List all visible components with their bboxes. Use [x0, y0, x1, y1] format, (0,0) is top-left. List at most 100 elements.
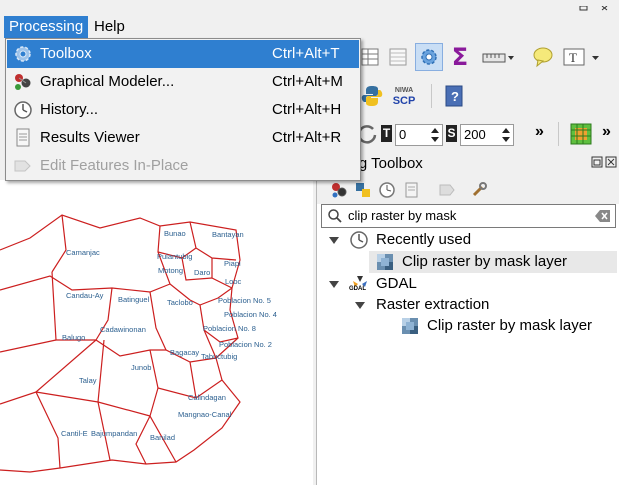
- processing-toolbox-panel: Processing Toolbox: [293, 152, 619, 485]
- float-panel-icon[interactable]: [591, 156, 603, 168]
- python-scripts-icon[interactable]: [353, 180, 373, 200]
- menu-item-results-viewer[interactable]: Results Viewer Ctrl+Alt+R: [7, 124, 359, 152]
- map-label: Cadawinonan: [100, 325, 146, 334]
- edit-in-place-icon: [14, 160, 31, 172]
- options-wrench-icon[interactable]: [469, 180, 489, 200]
- toolbar-overflow-button[interactable]: »: [535, 123, 544, 141]
- toolbar-analysis: Σ T: [356, 40, 619, 76]
- svg-text:T: T: [569, 50, 577, 65]
- map-label: Camanjac: [66, 248, 100, 257]
- map-label: Banilad: [150, 433, 175, 442]
- search-icon: [328, 209, 342, 223]
- menu-item-toolbox[interactable]: Toolbox Ctrl+Alt+T: [7, 40, 359, 68]
- clock-icon: [350, 231, 368, 249]
- map-label: Talay: [79, 376, 97, 385]
- menu-item-graphical-modeler[interactable]: Graphical Modeler... Ctrl+Alt+M: [7, 68, 359, 96]
- tree-item-clip-raster-recent[interactable]: Clip raster by mask layer: [369, 251, 617, 273]
- map-label: Looc: [225, 277, 242, 286]
- gear-icon: [421, 49, 437, 65]
- results-viewer-icon[interactable]: [401, 180, 421, 200]
- menu-item-label: Toolbox: [40, 45, 92, 62]
- menu-item-shortcut: Ctrl+Alt+T: [272, 45, 340, 62]
- spin-t-field[interactable]: 0: [395, 124, 443, 146]
- map-label: Calindagan: [188, 393, 226, 402]
- tree-group-gdal[interactable]: GDAL GDAL: [329, 273, 609, 295]
- map-label: Poblacion No. 4: [224, 310, 277, 319]
- map-label: Daro: [194, 268, 210, 277]
- sum-icon[interactable]: Σ: [446, 43, 474, 71]
- expand-arrow-icon[interactable]: [355, 302, 365, 309]
- modeler-icon: [15, 74, 31, 90]
- map-label: Bantayan: [212, 230, 244, 239]
- map-label: Junob: [131, 363, 151, 372]
- map-label: Tabuctubig: [201, 352, 237, 361]
- clear-search-icon[interactable]: [595, 209, 611, 223]
- toolbar-plugins: NIWA SCP ?: [356, 78, 619, 116]
- edit-in-place-icon[interactable]: [437, 180, 457, 200]
- map-label: Taclobo: [167, 298, 193, 307]
- measure-button[interactable]: [480, 43, 518, 71]
- map-label: Candau-Ay: [66, 291, 104, 300]
- history-clock-icon: [14, 101, 32, 119]
- tree-group-raster-extraction[interactable]: Raster extraction: [355, 294, 615, 316]
- search-input[interactable]: [348, 206, 588, 224]
- history-clock-icon[interactable]: [377, 180, 397, 200]
- grid-raster-icon[interactable]: [567, 120, 595, 148]
- menu-item-edit-features-in-place: Edit Features In-Place: [7, 152, 359, 180]
- text-annotation-icon: T: [563, 48, 599, 66]
- map-label: Cantil-E: [61, 429, 88, 438]
- toolbox-search: [321, 204, 616, 228]
- map-label: Mangnao-Canal: [178, 410, 232, 419]
- niwa-scp-plugin-button[interactable]: NIWA SCP: [387, 82, 421, 110]
- toolbox-toolbar: [317, 176, 619, 204]
- gdal-icon: GDAL: [349, 274, 371, 294]
- map-labels: Bunao Bantayan Camanjac Pulantubig Piapi…: [61, 229, 277, 442]
- spin-t-label: T: [381, 125, 392, 142]
- map-boundaries: Bunao Bantayan Camanjac Pulantubig Piapi…: [0, 214, 277, 473]
- map-label: Batinguel: [118, 295, 150, 304]
- map-label: Bagacay: [170, 348, 199, 357]
- models-icon[interactable]: [329, 180, 349, 200]
- raster-clip-icon: [377, 254, 393, 270]
- toolbar-overflow-button-2[interactable]: »: [602, 123, 611, 141]
- map-label: Poblacion No. 5: [218, 296, 271, 305]
- menu-processing[interactable]: Processing: [4, 16, 89, 38]
- tree-item-clip-raster-gdal[interactable]: Clip raster by mask layer: [397, 315, 617, 337]
- close-icon[interactable]: [605, 156, 617, 168]
- python-console-button[interactable]: [358, 82, 386, 110]
- menu-item-label: History...: [40, 101, 99, 118]
- menu-item-shortcut: Ctrl+Alt+R: [272, 129, 342, 146]
- help-contents-button[interactable]: ?: [440, 82, 468, 110]
- raster-clip-icon: [402, 318, 418, 334]
- map-label: Poblacion No. 2: [219, 340, 272, 349]
- python-icon: [361, 86, 383, 106]
- toolbox-header: Processing Toolbox: [293, 152, 619, 176]
- menu-help[interactable]: Help: [89, 16, 130, 38]
- spin-s-field[interactable]: 200: [460, 124, 514, 146]
- toolbox-toggle-button[interactable]: [415, 43, 443, 71]
- window-controls[interactable]: [574, 0, 619, 11]
- menu-item-shortcut: Ctrl+Alt+M: [272, 73, 343, 90]
- map-label: Bunao: [164, 229, 186, 238]
- statistics-panel-button[interactable]: [384, 43, 412, 71]
- expand-arrow-icon[interactable]: [329, 237, 339, 244]
- tree-group-recently-used[interactable]: Recently used: [329, 229, 609, 251]
- speech-bubble-icon: [533, 47, 553, 68]
- map-label: Motong: [158, 266, 183, 275]
- menu-item-history[interactable]: History... Ctrl+Alt+H: [7, 96, 359, 124]
- svg-text:?: ?: [451, 89, 459, 104]
- toolbar-scp: T 0 S 200 » »: [356, 118, 619, 150]
- map-label: Pulantubig: [157, 252, 192, 261]
- map-label: Balugo: [62, 333, 85, 342]
- annotation-text-button[interactable]: T: [562, 43, 606, 71]
- expand-arrow-icon[interactable]: [329, 281, 339, 288]
- menu-item-label: Graphical Modeler...: [40, 73, 175, 90]
- menu-item-shortcut: Ctrl+Alt+H: [272, 101, 342, 118]
- gear-icon: [15, 46, 31, 62]
- help-book-icon: ?: [445, 85, 463, 107]
- spin-s-label: S: [446, 125, 457, 142]
- map-canvas[interactable]: Bunao Bantayan Camanjac Pulantubig Piapi…: [0, 180, 313, 485]
- map-label: Poblacion No. 8: [203, 324, 256, 333]
- map-tips-button[interactable]: [529, 43, 557, 71]
- document-icon: [16, 128, 30, 147]
